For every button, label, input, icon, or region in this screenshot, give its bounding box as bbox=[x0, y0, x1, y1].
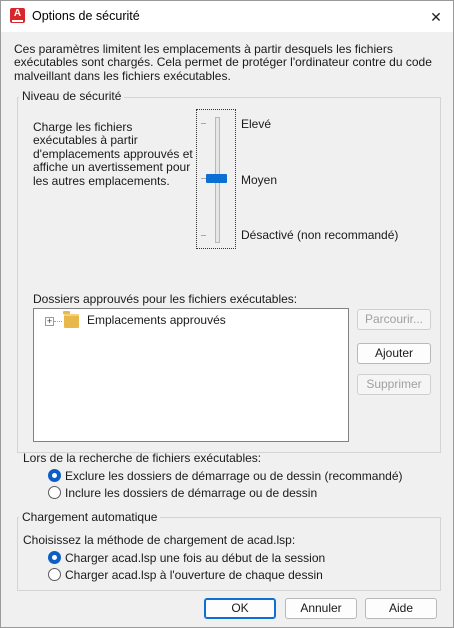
slider-tick-high bbox=[201, 123, 206, 124]
ok-button[interactable]: OK bbox=[204, 598, 276, 619]
level-label-off: Désactivé (non recommandé) bbox=[241, 228, 399, 242]
security-level-description: Charge les fichiers exécutables à partir… bbox=[33, 120, 193, 188]
autocad-app-icon: A bbox=[10, 8, 25, 23]
folder-icon bbox=[63, 311, 79, 328]
close-button[interactable]: ✕ bbox=[421, 5, 451, 29]
exclude-folders-radio[interactable] bbox=[48, 469, 61, 482]
cancel-button[interactable]: Annuler bbox=[285, 598, 357, 619]
trusted-folders-tree[interactable]: + Emplacements approuvés bbox=[33, 308, 349, 442]
level-label-medium: Moyen bbox=[241, 173, 278, 187]
browse-button[interactable]: Parcourir... bbox=[357, 309, 431, 330]
help-button[interactable]: Aide bbox=[365, 598, 437, 619]
security-options-dialog: A Options de sécurité ✕ Ces paramètres l… bbox=[0, 0, 454, 628]
include-folders-label[interactable]: Inclure les dossiers de démarrage ou de … bbox=[65, 486, 317, 500]
slider-thumb[interactable] bbox=[206, 174, 227, 183]
load-once-label[interactable]: Charger acad.lsp une fois au début de la… bbox=[65, 551, 325, 565]
load-each-drawing-label[interactable]: Charger acad.lsp à l'ouverture de chaque… bbox=[65, 568, 323, 582]
level-label-high: Elevé bbox=[241, 117, 272, 131]
autoload-prompt: Choisissez la méthode de chargement de a… bbox=[23, 533, 296, 547]
trusted-folders-label: Dossiers approuvés pour les fichiers exé… bbox=[33, 292, 298, 306]
slider-tick-off bbox=[201, 235, 206, 236]
title-bar: A Options de sécurité ✕ bbox=[1, 1, 453, 32]
intro-text: Ces paramètres limitent les emplacements… bbox=[14, 42, 432, 83]
exclude-folders-label[interactable]: Exclure les dossiers de démarrage ou de … bbox=[65, 469, 403, 483]
tree-item-trusted-locations[interactable]: Emplacements approuvés bbox=[87, 313, 226, 327]
autoload-group-label: Chargement automatique bbox=[19, 510, 161, 524]
search-label: Lors de la recherche de fichiers exécuta… bbox=[23, 451, 262, 465]
close-icon: ✕ bbox=[430, 9, 442, 25]
remove-button[interactable]: Supprimer bbox=[357, 374, 431, 395]
load-once-radio[interactable] bbox=[48, 551, 61, 564]
include-folders-radio[interactable] bbox=[48, 486, 61, 499]
tree-connector bbox=[54, 321, 62, 322]
dialog-title: Options de sécurité bbox=[32, 9, 140, 23]
add-button[interactable]: Ajouter bbox=[357, 343, 431, 364]
expand-icon[interactable]: + bbox=[45, 317, 54, 326]
load-each-drawing-radio[interactable] bbox=[48, 568, 61, 581]
security-level-group-label: Niveau de sécurité bbox=[19, 89, 125, 103]
